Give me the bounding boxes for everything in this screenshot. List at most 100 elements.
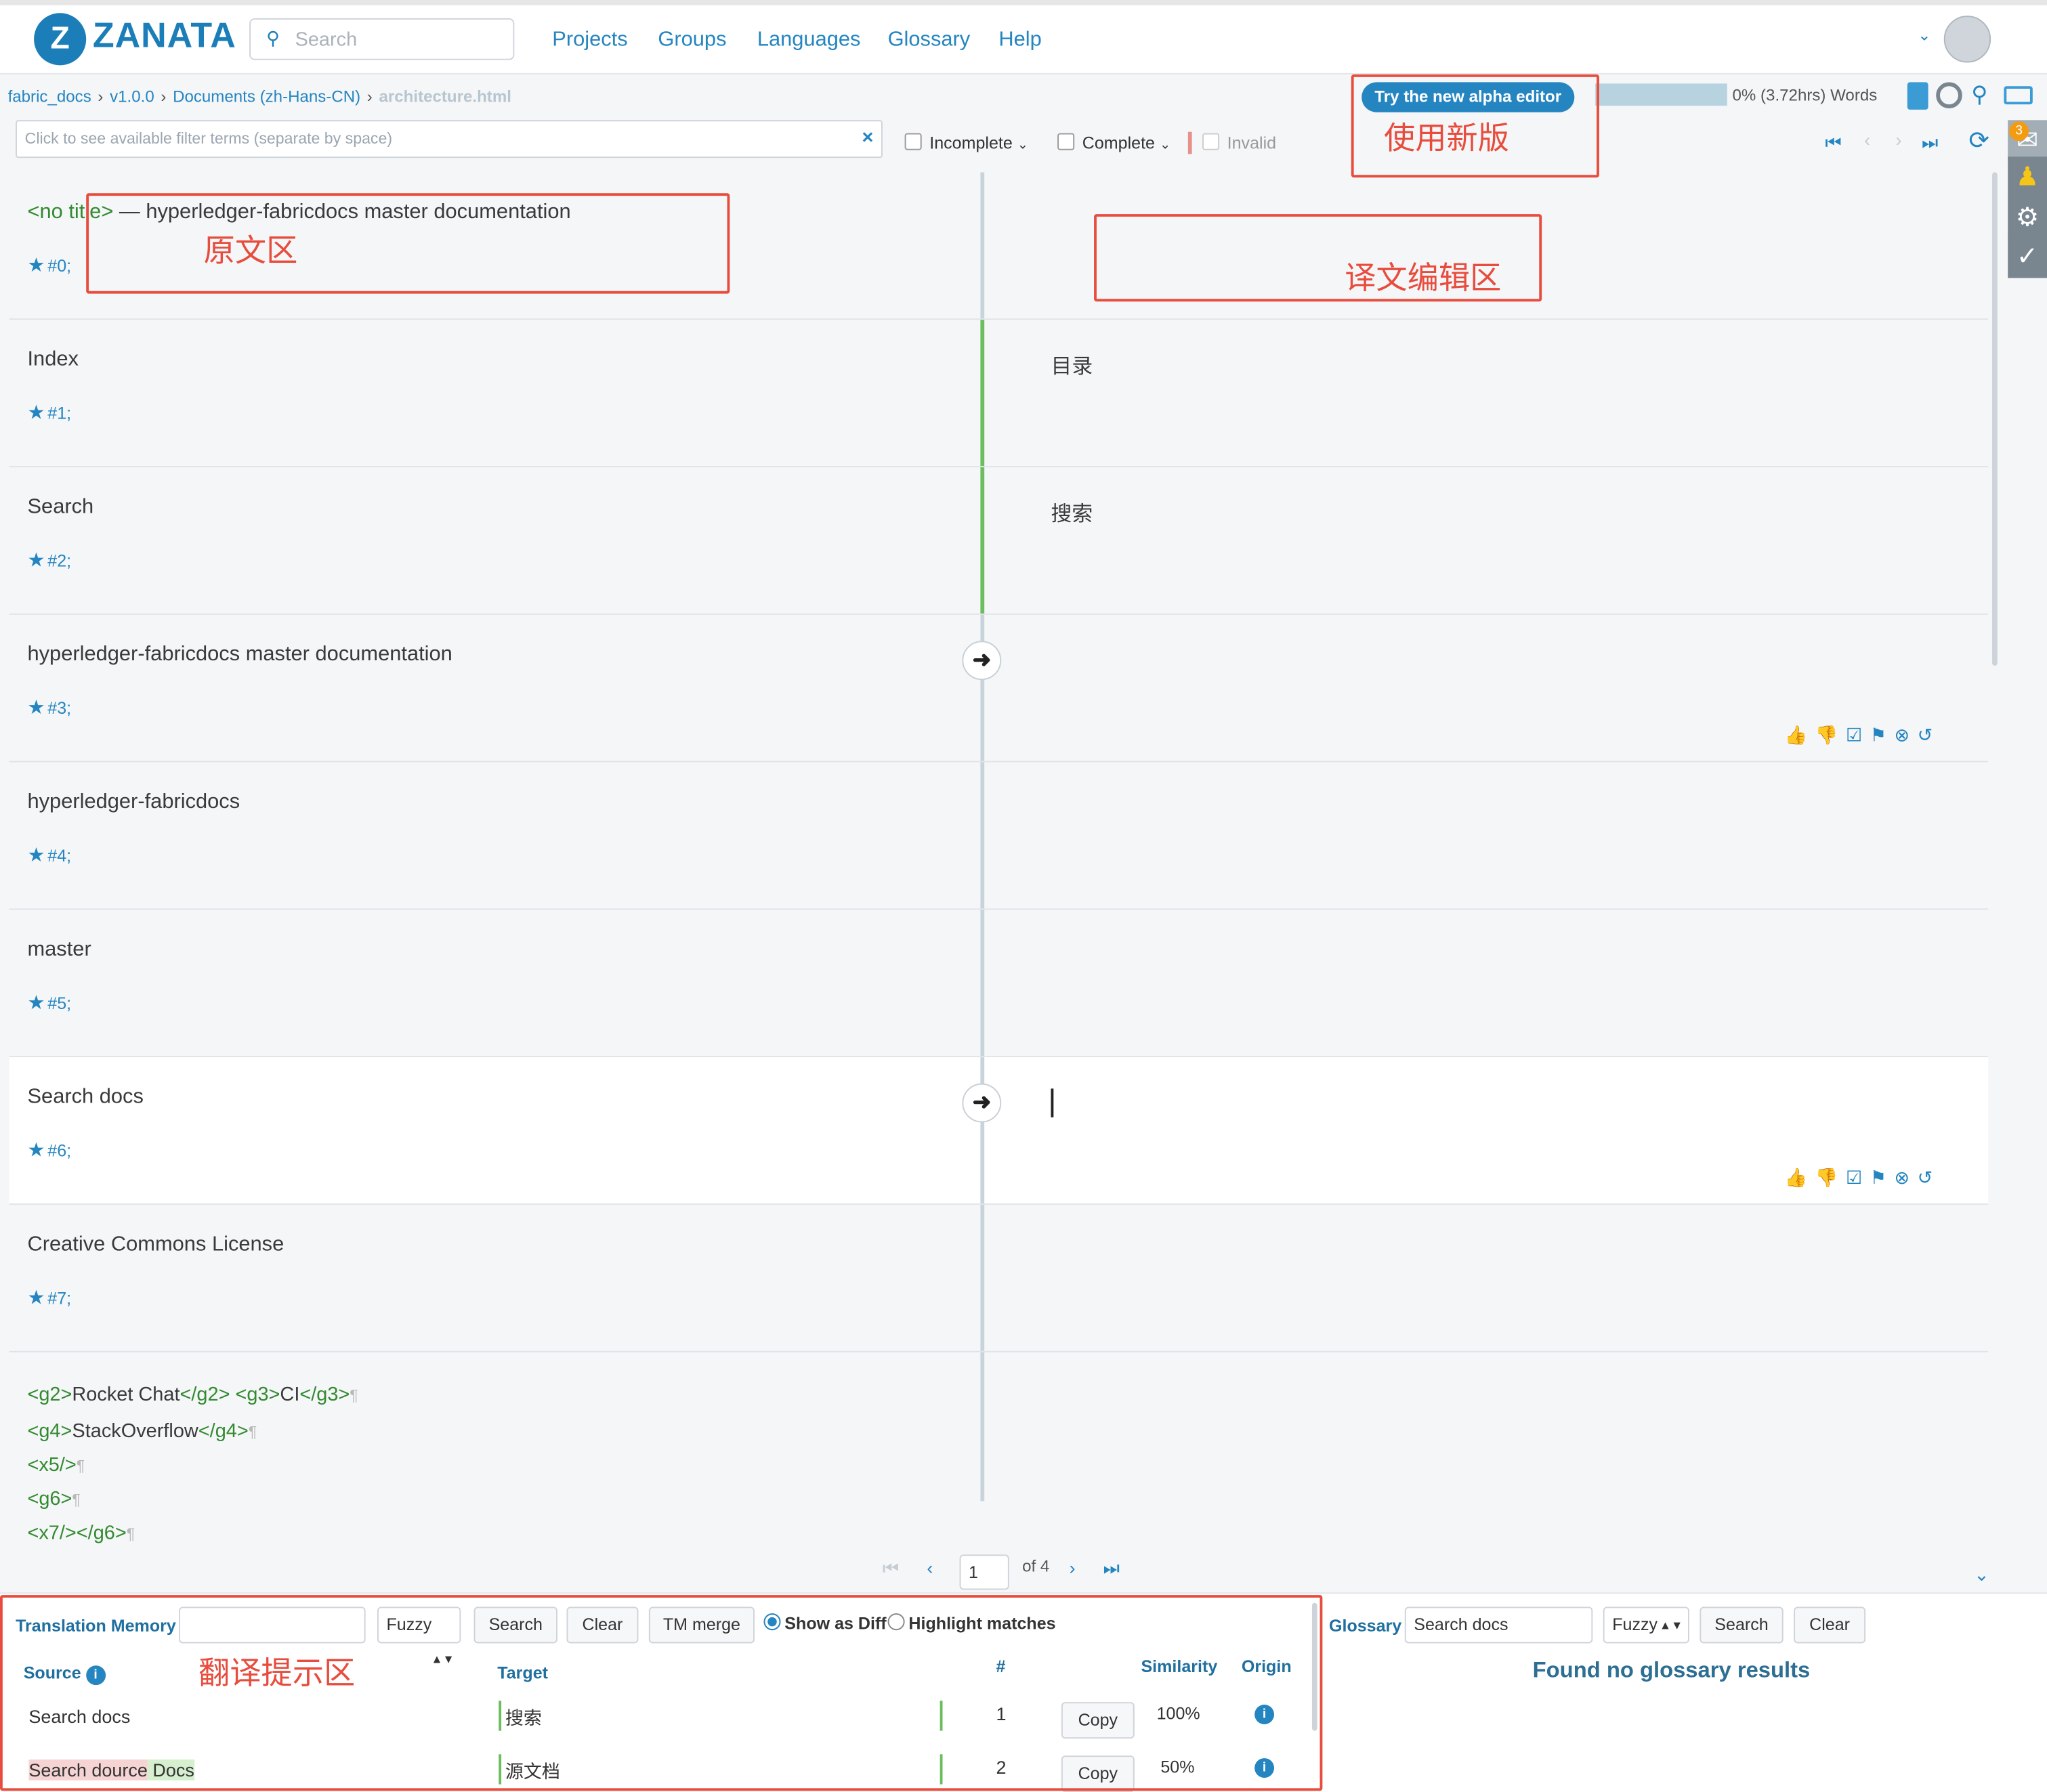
table-row[interactable]: <g2>Rocket Chat</g2> <g3>CI</g3>¶ <g4>St… (9, 1352, 1988, 1551)
row-index[interactable]: ★ #5; (27, 991, 71, 1015)
star-icon: ★ (27, 254, 45, 277)
source-text: Search docs (27, 1086, 144, 1109)
table-row[interactable]: hyperledger-fabricdocs master documentat… (9, 614, 1989, 763)
nav-groups[interactable]: Groups (658, 28, 726, 52)
nav-languages[interactable]: Languages (757, 28, 861, 52)
row-divider (980, 1204, 985, 1351)
complete-filter-checkbox[interactable]: Complete ⌄ (1057, 133, 1170, 152)
translation-rows: <no title> — hyperledger-fabricdocs mast… (9, 172, 1989, 1551)
row-action-icons[interactable]: 👍👎☑⚑⊗↺ (1785, 725, 1941, 747)
row-divider (980, 1352, 985, 1501)
nav-projects[interactable]: Projects (552, 28, 627, 52)
target-text[interactable]: 目录 (1051, 349, 1093, 380)
validation-check-icon[interactable]: ✓ (2008, 236, 2047, 278)
row-index[interactable]: ★ #3; (27, 696, 71, 719)
table-row[interactable]: hyperledger-fabricdocs ★ #4; (9, 762, 1989, 910)
crumb-current-doc: architecture.html (379, 87, 511, 106)
page-input[interactable]: 1 (959, 1554, 1009, 1590)
prev-page-icon[interactable]: ‹ (1864, 129, 1870, 150)
zanata-logo-icon[interactable] (34, 13, 87, 66)
row-index[interactable]: ★ #6; (27, 1138, 71, 1162)
row-status-translated (980, 467, 985, 614)
row-index[interactable]: ★ #2; (27, 548, 71, 572)
row-divider (980, 910, 985, 1057)
crumb-project[interactable]: fabric_docs (8, 87, 91, 106)
row-index[interactable]: ★ #1; (27, 401, 71, 425)
table-row[interactable]: Creative Commons License ★ #7; (9, 1204, 1989, 1352)
glossary-label: Glossary (1328, 1615, 1402, 1636)
glossary-empty-message: Found no glossary results (1532, 1657, 1811, 1683)
editor-screen: ZANATA ⚲ Search Projects Groups Language… (0, 0, 2047, 1792)
row-divider (980, 172, 985, 319)
row-divider (980, 614, 985, 761)
row-index[interactable]: ★ #7; (27, 1285, 71, 1309)
source-text: Index (27, 348, 79, 371)
copy-source-arrow-icon[interactable]: ➜ (962, 641, 1002, 681)
next-page-icon[interactable]: › (1069, 1557, 1075, 1578)
table-row[interactable]: master ★ #5; (9, 910, 1989, 1058)
target-editor-caret[interactable] (1051, 1088, 1054, 1117)
annotation-box-source-area (86, 193, 730, 294)
row-divider (980, 1057, 985, 1203)
row-index[interactable]: ★ #4; (27, 843, 71, 867)
first-page-icon[interactable]: ⏮ (1825, 132, 1841, 154)
crumb-documents[interactable]: Documents (zh-Hans-CN) (173, 87, 360, 106)
last-page-icon[interactable]: ⏭ (1922, 132, 1938, 154)
users-icon[interactable]: ♟ (2008, 156, 2047, 198)
refresh-icon[interactable]: ⟳ (1968, 127, 1989, 156)
source-text: hyperledger-fabricdocs master documentat… (27, 643, 452, 666)
source-text: Search (27, 496, 94, 519)
glossary-search-button[interactable]: Search (1700, 1606, 1784, 1644)
glossary-clear-button[interactable]: Clear (1794, 1606, 1866, 1644)
star-icon: ★ (27, 1287, 45, 1310)
nav-glossary[interactable]: Glossary (888, 28, 971, 52)
star-icon: ★ (27, 697, 45, 719)
glossary-mode-select[interactable]: Fuzzy ▲▼ (1603, 1606, 1689, 1644)
star-icon: ★ (27, 844, 45, 867)
target-text[interactable]: 搜索 (1051, 496, 1093, 527)
annotation-label-suggest-area: 翻译提示区 (198, 1656, 356, 1692)
keyboard-icon[interactable] (2004, 86, 2033, 105)
first-page-icon[interactable]: ⏮ (883, 1557, 899, 1579)
breadcrumb: fabric_docs › v1.0.0 › Documents (zh-Hans-CN… (7, 87, 511, 106)
row-action-icons[interactable]: 👍👎☑⚑⊗↺ (1785, 1167, 1941, 1189)
next-page-icon[interactable]: › (1895, 129, 1901, 150)
copy-source-arrow-icon[interactable]: ➜ (962, 1083, 1002, 1123)
clear-filter-icon[interactable]: × (862, 127, 873, 149)
table-row[interactable]: Index ★ #1; 目录 (9, 320, 1989, 467)
notification-badge: 3 (2009, 121, 2029, 142)
collapse-panel-icon[interactable]: ⌄ (1974, 1564, 1989, 1586)
last-page-icon[interactable]: ⏭ (1103, 1557, 1120, 1579)
star-icon: ★ (27, 1139, 45, 1162)
gear-icon[interactable]: ⚙ (2008, 197, 2047, 239)
search-icon[interactable]: ⚲ (1971, 82, 1987, 108)
row-index[interactable]: ★ #0; (27, 253, 71, 277)
settings-wheel-icon[interactable] (1936, 82, 1962, 108)
source-line: <x5/>¶ (27, 1454, 85, 1476)
source-text: Creative Commons License (27, 1233, 284, 1256)
source-text: hyperledger-fabricdocs (27, 790, 240, 813)
row-divider (980, 762, 985, 909)
table-row-selected[interactable]: Search docs ★ #6; ➜ 👍👎☑⚑⊗↺ (9, 1057, 1989, 1205)
star-icon: ★ (27, 991, 45, 1015)
avatar[interactable] (1943, 16, 1991, 63)
search-icon: ⚲ (266, 27, 280, 49)
glossary-search-input[interactable]: Search docs (1404, 1606, 1593, 1644)
incomplete-filter-checkbox[interactable]: Incomplete ⌄ (904, 133, 1028, 152)
table-row[interactable]: Search ★ #2; 搜索 (9, 467, 1989, 615)
prev-page-icon[interactable]: ‹ (927, 1557, 933, 1578)
filter-input[interactable]: Click to see available filter terms (sep… (16, 120, 883, 158)
annotation-label-new-version: 使用新版 (1383, 121, 1509, 157)
chevron-down-icon[interactable]: ⌄ (1918, 26, 1930, 45)
crumb-version[interactable]: v1.0.0 (110, 87, 154, 106)
source-text: master (27, 938, 91, 961)
brand-name[interactable]: ZANATA (93, 16, 236, 56)
scrollbar[interactable] (1992, 172, 1998, 666)
nav-help[interactable]: Help (998, 28, 1041, 52)
document-icon[interactable] (1907, 82, 1928, 110)
search-input[interactable]: ⚲ Search (249, 18, 515, 60)
progress-text: 0% (3.72hrs) Words (1732, 86, 1878, 105)
source-line: <x7/></g6>¶ (27, 1522, 135, 1544)
source-line: <g4>StackOverflow</g4>¶ (27, 1420, 257, 1443)
invalid-filter-checkbox[interactable]: Invalid (1202, 133, 1276, 152)
